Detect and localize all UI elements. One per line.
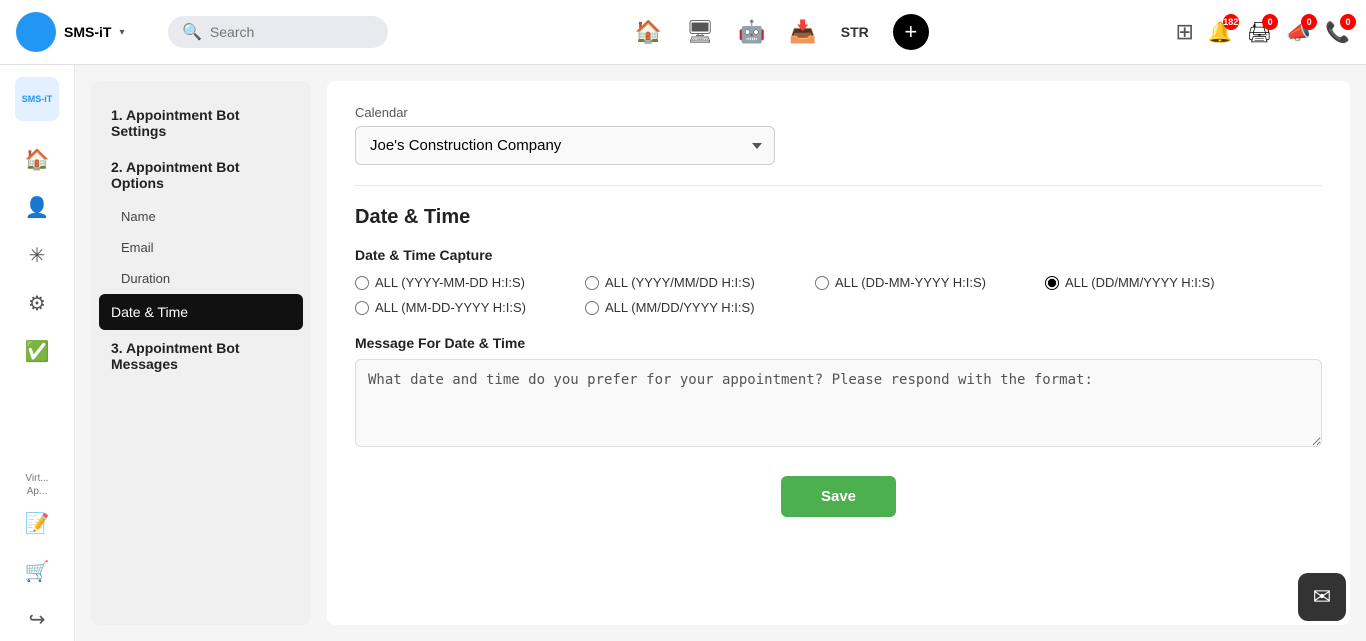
radio-option-3[interactable]: ALL (DD-MM-YYYY H:I:S) [815, 275, 1015, 290]
megaphone-count: 0 [1301, 14, 1317, 30]
left-panel: 1. Appointment Bot Settings 2. Appointme… [91, 81, 311, 625]
radio-input-6[interactable] [585, 301, 599, 315]
duration-item[interactable]: Duration [91, 263, 311, 294]
radio-label-2: ALL (YYYY/MM/DD H:I:S) [605, 275, 755, 290]
radio-label-6: ALL (MM/DD/YYYY H:I:S) [605, 300, 755, 315]
appt-options-heading[interactable]: 2. Appointment Bot Options [91, 149, 311, 201]
phone-count: 0 [1340, 14, 1356, 30]
radio-input-2[interactable] [585, 276, 599, 290]
calendar-label: Calendar [355, 105, 1322, 120]
home-nav-icon[interactable]: 🏠 [635, 19, 662, 45]
monitor-nav-icon[interactable]: 🖥 [686, 19, 714, 45]
notifications-badge[interactable]: 🔔 182 [1208, 20, 1233, 45]
add-button[interactable]: + [893, 14, 929, 50]
sidebar-item-home[interactable]: 🏠 [15, 137, 59, 181]
phone-badge[interactable]: 📞 0 [1325, 20, 1350, 45]
save-button[interactable]: Save [781, 476, 896, 517]
bot-nav-icon[interactable]: 🤖 [738, 19, 765, 45]
date-time-title: Date & Time [355, 206, 1322, 229]
radio-input-5[interactable] [355, 301, 369, 315]
right-content: Calendar Joe's Construction Company Date… [327, 81, 1350, 625]
sidebar-item-shop[interactable]: 🛒 [15, 549, 59, 593]
sidebar-narrow: SMS-iT 🏠 👤 ✳ ⚙ ✅ Virt... Ap... 📝 🛒 ↪ [0, 65, 75, 641]
appt-messages-heading[interactable]: 3. Appointment Bot Messages [91, 330, 311, 382]
message-label: Message For Date & Time [355, 335, 1322, 351]
radio-label-1: ALL (YYYY-MM-DD H:I:S) [375, 275, 525, 290]
radio-label-4: ALL (DD/MM/YYYY H:I:S) [1065, 275, 1215, 290]
main-layout: SMS-iT 🏠 👤 ✳ ⚙ ✅ Virt... Ap... 📝 🛒 ↪ 1. … [0, 65, 1366, 641]
grid-icon[interactable]: ⊞ [1175, 19, 1193, 45]
radio-option-5[interactable]: ALL (MM-DD-YYYY H:I:S) [355, 300, 555, 315]
radio-label-5: ALL (MM-DD-YYYY H:I:S) [375, 300, 526, 315]
notifications-count: 182 [1223, 14, 1239, 30]
save-area: Save [355, 476, 1322, 517]
radio-input-4[interactable] [1045, 276, 1059, 290]
name-item[interactable]: Name [91, 201, 311, 232]
radio-option-4[interactable]: ALL (DD/MM/YYYY H:I:S) [1045, 275, 1245, 290]
top-nav: SMS-iT ▾ 🔍 🏠 🖥 🤖 📥 STR + ⊞ 🔔 182 🖨 0 📣 0… [0, 0, 1366, 65]
search-bar[interactable]: 🔍 [168, 16, 388, 48]
radio-input-1[interactable] [355, 276, 369, 290]
megaphone-badge[interactable]: 📣 0 [1286, 20, 1311, 45]
sidebar-ap-label[interactable]: Ap... [7, 486, 67, 497]
radio-option-2[interactable]: ALL (YYYY/MM/DD H:I:S) [585, 275, 785, 290]
sidebar-item-exit[interactable]: ↪ [15, 597, 59, 641]
calendar-select[interactable]: Joe's Construction Company [355, 126, 775, 165]
sidebar-logo: SMS-iT [15, 77, 59, 121]
brand-dropdown-icon[interactable]: ▾ [119, 27, 124, 38]
chat-button[interactable]: ✉ [1298, 573, 1346, 621]
radio-option-6[interactable]: ALL (MM/DD/YYYY H:I:S) [585, 300, 785, 315]
brand-name: SMS-iT [64, 24, 111, 40]
message-textarea[interactable]: What date and time do you prefer for you… [355, 359, 1322, 447]
radio-input-3[interactable] [815, 276, 829, 290]
sidebar-virt-label[interactable]: Virt... [7, 473, 67, 484]
radio-label-3: ALL (DD-MM-YYYY H:I:S) [835, 275, 986, 290]
search-icon: 🔍 [182, 22, 202, 42]
sidebar-item-tasks[interactable]: ✅ [15, 329, 59, 373]
nav-icons: 🏠 🖥 🤖 📥 STR + [400, 14, 1163, 50]
sidebar-item-tools[interactable]: ⚙ [15, 281, 59, 325]
email-item[interactable]: Email [91, 232, 311, 263]
radio-grid: ALL (YYYY-MM-DD H:I:S) ALL (YYYY/MM/DD H… [355, 275, 1322, 315]
plus-icon: + [904, 19, 917, 45]
inbox-nav-icon[interactable]: 📥 [789, 19, 816, 45]
sidebar-item-user[interactable]: 👤 [15, 185, 59, 229]
cart-badge[interactable]: 🖨 0 [1247, 20, 1272, 45]
brand-area[interactable]: SMS-iT ▾ [16, 12, 156, 52]
appt-settings-heading[interactable]: 1. Appointment Bot Settings [91, 97, 311, 149]
cart-count: 0 [1262, 14, 1278, 30]
avatar [16, 12, 56, 52]
right-icons: ⊞ 🔔 182 🖨 0 📣 0 📞 0 [1175, 19, 1350, 45]
radio-row-1: ALL (YYYY-MM-DD H:I:S) ALL (YYYY/MM/DD H… [355, 275, 1322, 290]
chat-icon: ✉ [1313, 584, 1331, 610]
date-time-item[interactable]: Date & Time [99, 294, 303, 330]
radio-option-1[interactable]: ALL (YYYY-MM-DD H:I:S) [355, 275, 555, 290]
capture-label: Date & Time Capture [355, 247, 1322, 263]
sidebar-item-network[interactable]: ✳ [15, 233, 59, 277]
main-area: 1. Appointment Bot Settings 2. Appointme… [75, 65, 1366, 641]
sidebar-item-notes[interactable]: 📝 [15, 501, 59, 545]
search-input[interactable] [210, 24, 370, 40]
radio-row-2: ALL (MM-DD-YYYY H:I:S) ALL (MM/DD/YYYY H… [355, 300, 1322, 315]
str-label[interactable]: STR [841, 24, 869, 40]
section-divider [355, 185, 1322, 186]
